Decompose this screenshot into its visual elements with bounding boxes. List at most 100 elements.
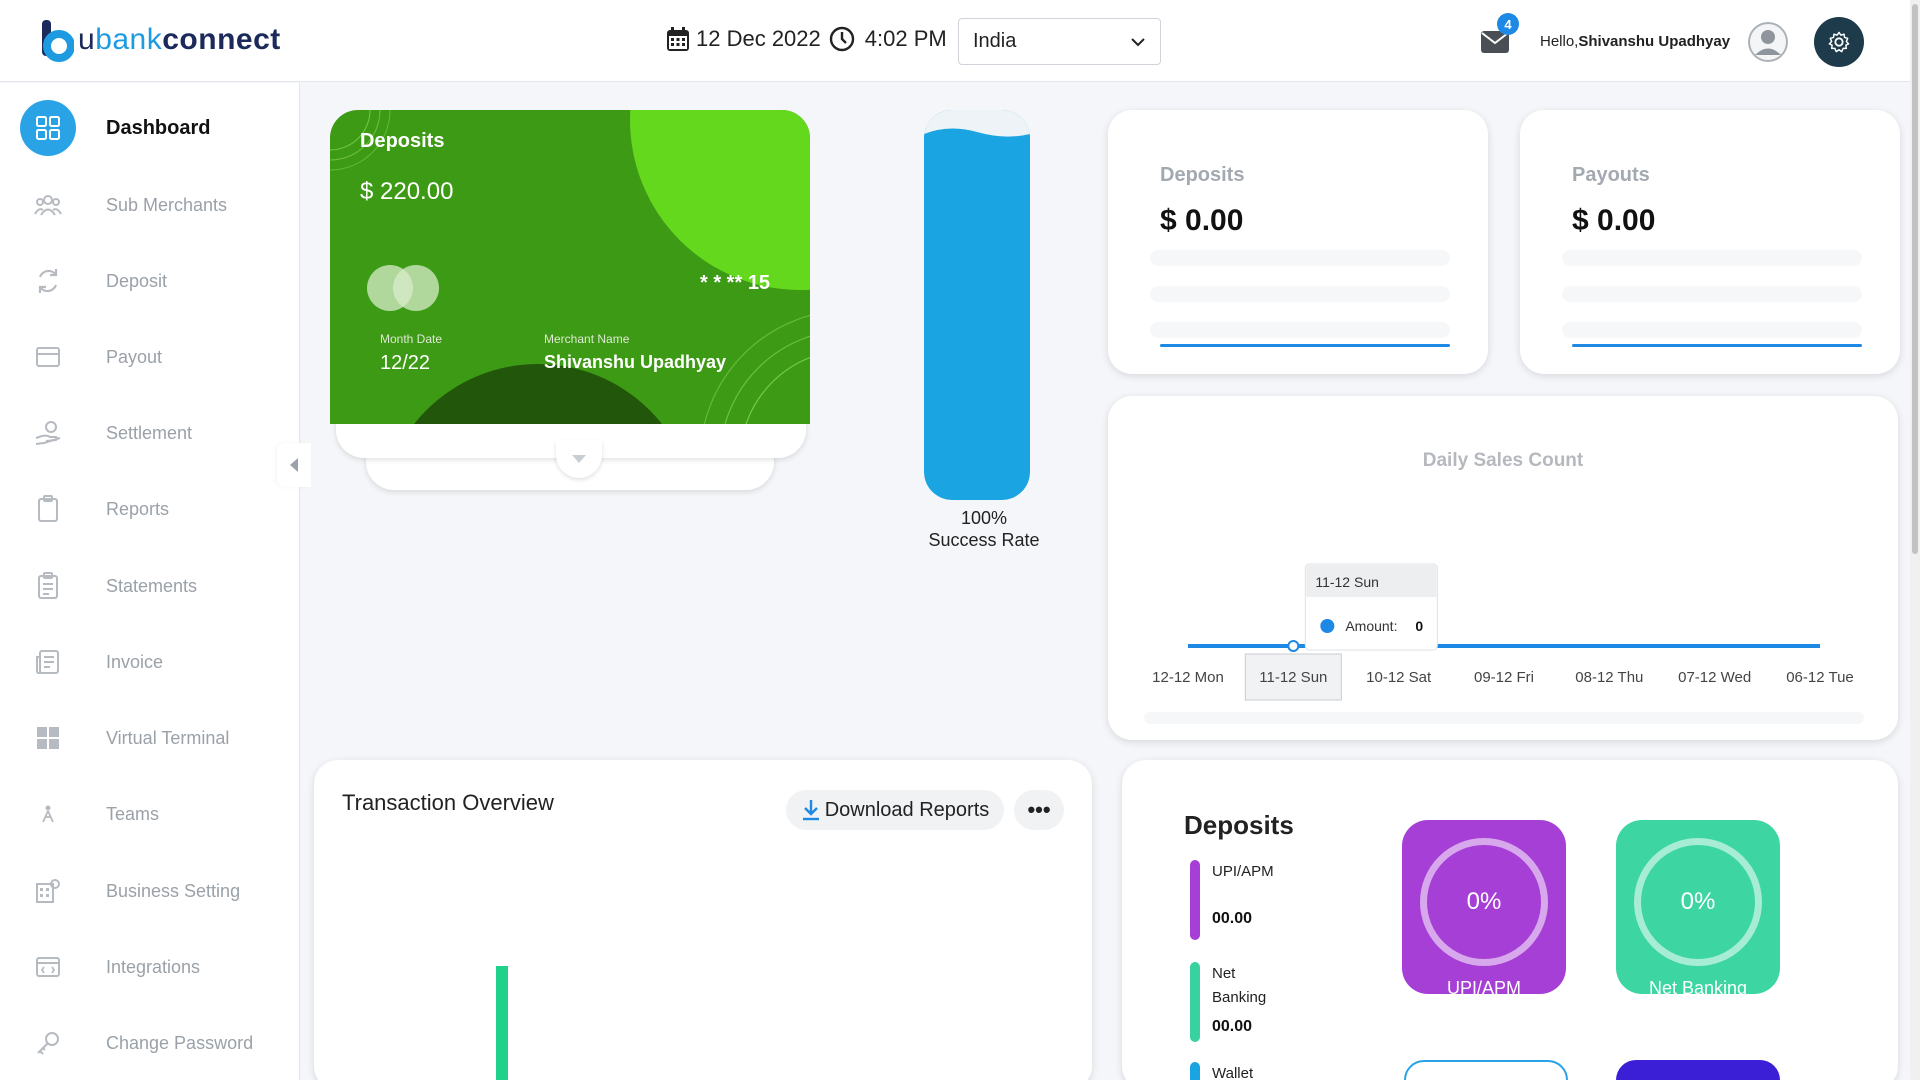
percent-ring: 0% <box>1634 838 1762 966</box>
teams-icon <box>20 786 76 842</box>
placeholder-line <box>1562 286 1862 302</box>
scrollbar-thumb[interactable] <box>1912 4 1918 554</box>
x-tick-label: 07-12 Wed <box>1678 669 1751 686</box>
download-reports-button[interactable]: Download Reports <box>786 790 1004 830</box>
deposits-summary-card[interactable]: Deposits $ 0.00 <box>1108 110 1488 374</box>
sidebar-item-label: Dashboard <box>106 116 211 139</box>
legend-label: Wallet <box>1212 1065 1254 1080</box>
daily-sales-chart[interactable]: 12-12 Mon 11-12 Sun 10-12 Sat 09-12 Fri 08-1… <box>1108 396 1898 740</box>
calendar-icon <box>667 27 689 51</box>
legend-label: Net Banking <box>1212 965 1267 1006</box>
sidebar-item-integrations[interactable]: Integrations <box>20 939 280 995</box>
country-select-value: India <box>973 30 1017 52</box>
wallet-tile[interactable] <box>1404 1060 1568 1080</box>
statements-icon <box>20 558 76 614</box>
sidebar-item-teams[interactable]: Teams <box>20 786 280 842</box>
tooltip-series-marker <box>1320 619 1335 633</box>
net-banking-tile[interactable]: 0% Net Banking <box>1616 820 1780 998</box>
sidebar-item-label: Virtual Terminal <box>106 727 230 748</box>
upi-apm-tile[interactable]: 0% UPI/APM <box>1402 820 1566 998</box>
logo-mark-icon <box>40 18 75 62</box>
placeholder-line <box>1150 322 1450 338</box>
sidebar-item-reports[interactable]: Reports <box>20 481 280 537</box>
more-options-button[interactable]: ••• <box>1014 790 1064 830</box>
card-decoration <box>330 110 810 424</box>
card-title: Deposits <box>360 130 445 152</box>
placeholder-line <box>1562 250 1862 266</box>
current-time: 4:02 PM <box>864 26 947 51</box>
sidebar-item-label: Settlement <box>106 422 193 443</box>
sidebar-item-label: Reports <box>106 498 170 519</box>
top-header: ubankconnect 12 Dec 2022 4:02 PM India 4… <box>0 0 1920 82</box>
sidebar-item-label: Payout <box>106 346 163 367</box>
sidebar-item-virtual-terminal[interactable]: Virtual Terminal <box>20 710 280 766</box>
logo-text: ubankconnect <box>78 23 281 56</box>
sidebar-item-invoice[interactable]: Invoice <box>20 634 280 690</box>
tooltip-series-label: Amount: <box>1345 618 1397 634</box>
dashboard-icon <box>20 100 76 156</box>
sidebar-item-label: Invoice <box>106 651 164 672</box>
month-date-value: 12/22 <box>380 352 431 374</box>
sidebar-item-label: Deposit <box>106 270 168 291</box>
sidebar-item-label: Teams <box>106 803 160 824</box>
tooltip-value: 0 <box>1415 618 1423 634</box>
user-name: Shivanshu Upadhyay <box>1578 33 1731 50</box>
x-tick-label: 12-12 Mon <box>1152 669 1224 686</box>
tile-label: UPI/APM <box>1446 978 1521 998</box>
date-time-display: 12 Dec 2022 4:02 PM <box>666 26 947 52</box>
success-rate-wave <box>924 110 1030 137</box>
percent-ring: 0% <box>1420 838 1548 966</box>
data-point[interactable] <box>1287 640 1300 652</box>
sidebar-item-label: Statements <box>106 575 198 596</box>
clock-icon <box>829 26 854 52</box>
chevron-left-icon <box>290 458 298 472</box>
sidebar-item-payout[interactable]: Payout <box>20 329 280 385</box>
download-icon <box>802 800 819 821</box>
payouts-summary-card[interactable]: Payouts $ 0.00 <box>1520 110 1900 374</box>
sidebar-item-sub-merchants[interactable]: Sub Merchants <box>20 177 280 233</box>
deposits-breakdown-card: Deposits UPI/APM 00.00 Net Banking 00.00… <box>1122 760 1898 1080</box>
chevron-down-icon <box>1131 37 1145 46</box>
other-tile[interactable] <box>1616 1060 1780 1080</box>
download-reports-label: Download Reports <box>824 798 990 821</box>
ubankconnect-logo[interactable]: ubankconnect <box>40 18 281 62</box>
success-rate-gauge <box>924 110 1030 500</box>
card-number: * * ** 15 <box>700 272 771 294</box>
x-tick-label: 08-12 Thu <box>1575 669 1643 686</box>
sidebar-item-label: Business Setting <box>106 880 241 901</box>
sidebar: Dashboard Sub Merchants Deposit Payout S <box>0 83 300 1080</box>
country-select[interactable]: India <box>958 18 1161 65</box>
summary-amount: $ 0.00 <box>1572 204 1656 237</box>
x-tick-label: 06-12 Tue <box>1786 669 1854 686</box>
month-date-label: Month Date <box>380 332 443 346</box>
success-rate-label: Success Rate <box>928 530 1040 550</box>
sidebar-item-settlement[interactable]: Settlement <box>20 405 280 461</box>
sidebar-item-deposit[interactable]: Deposit <box>20 253 280 309</box>
sidebar-item-business-setting[interactable]: Business Setting <box>20 863 280 919</box>
tile-label: Net Banking <box>1648 978 1748 998</box>
card-amount: $ 220.00 <box>360 178 454 205</box>
summary-title: Deposits <box>1160 164 1245 186</box>
summary-progress-line <box>1572 344 1862 347</box>
legend-value: 00.00 <box>1212 910 1253 927</box>
section-title: Transaction Overview <box>342 790 554 815</box>
deposit-card[interactable]: Deposits $ 220.00 * * ** 15 Month Date 1… <box>330 110 810 424</box>
settings-button[interactable] <box>1814 17 1864 67</box>
business-setting-icon <box>20 863 76 919</box>
transaction-overview-card: Transaction Overview Download Reports ••… <box>314 760 1092 1080</box>
sidebar-item-statements[interactable]: Statements <box>20 558 280 614</box>
legend-color-bar <box>1190 1062 1200 1080</box>
payout-icon <box>20 329 76 385</box>
sidebar-collapse-button[interactable] <box>277 443 311 487</box>
sidebar-item-change-password[interactable]: Change Password <box>20 1015 280 1071</box>
chevron-down-icon <box>572 455 586 463</box>
legend-color-bar <box>1190 860 1200 940</box>
reports-icon <box>20 481 76 537</box>
key-icon <box>20 1015 76 1071</box>
gear-icon <box>1828 31 1850 53</box>
sidebar-item-dashboard[interactable]: Dashboard <box>20 100 280 156</box>
success-rate-percent: 100% <box>960 508 1008 528</box>
sub-merchants-icon <box>20 177 76 233</box>
legend-value: 00.00 <box>1212 1018 1253 1035</box>
avatar[interactable] <box>1748 22 1788 62</box>
